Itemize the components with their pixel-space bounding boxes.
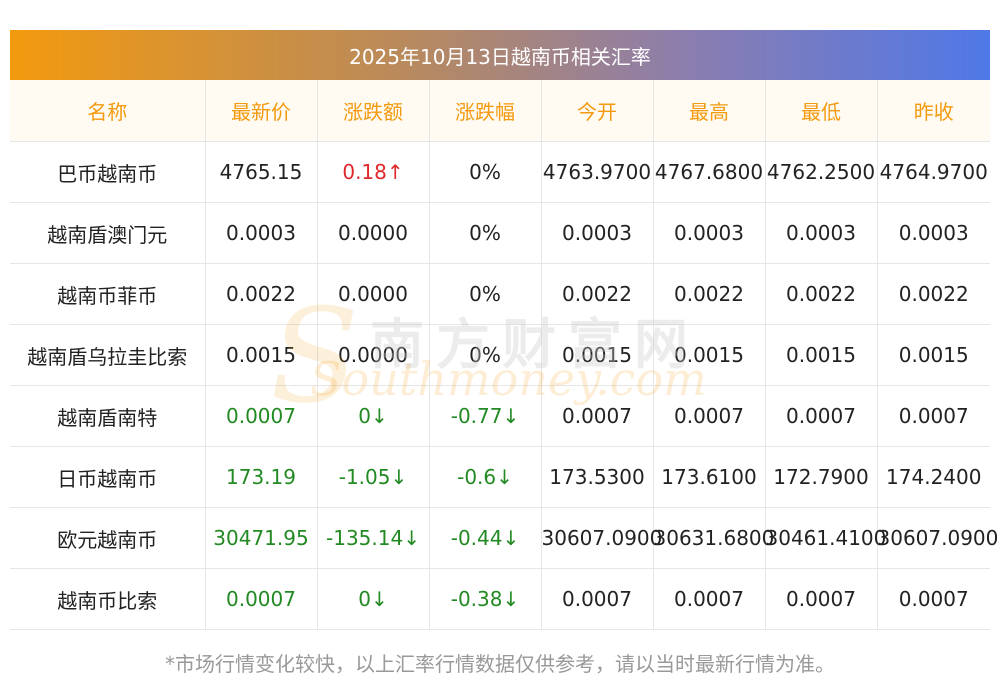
cell-low: 0.0007 — [764, 385, 877, 447]
cell-latest: 4765.15 — [204, 141, 317, 203]
cell-change-pct: -0.77↓ — [428, 385, 541, 447]
cell-change-pct: 0% — [428, 141, 541, 203]
cell-high: 4767.6800 — [652, 141, 765, 203]
cell-open: 0.0007 — [540, 385, 653, 447]
cell-high: 173.6100 — [652, 446, 765, 508]
cell-change: 0↓ — [316, 568, 429, 630]
table-row: 越南盾南特 0.0007 0↓ -0.77↓ 0.0007 0.0007 0.0007 0.0… — [10, 385, 990, 447]
cell-name: 越南币菲币 — [10, 263, 205, 325]
footnote: *市场行情变化较快，以上汇率行情数据仅供参考，请以当时最新行情为准。 — [165, 652, 835, 676]
cell-low: 4762.2500 — [764, 141, 877, 203]
cell-change: 0.0000 — [316, 202, 429, 264]
header-latest: 最新价 — [204, 80, 317, 142]
cell-change: -135.14↓ — [316, 507, 429, 569]
header-prev-close: 昨收 — [876, 80, 990, 142]
cell-high: 0.0003 — [652, 202, 765, 264]
header-change-pct: 涨跌幅 — [428, 80, 541, 142]
cell-high: 30631.6800 — [652, 507, 774, 569]
cell-latest: 173.19 — [204, 446, 317, 508]
table-row: 越南币菲币 0.0022 0.0000 0% 0.0022 0.0022 0.0022 0.0… — [10, 263, 990, 325]
cell-low: 0.0022 — [764, 263, 877, 325]
cell-prev-close: 30607.0900 — [876, 507, 998, 569]
cell-name: 日币越南币 — [10, 446, 205, 508]
page-title: 2025年10月13日越南币相关汇率 — [10, 30, 990, 80]
cell-open: 0.0015 — [540, 324, 653, 386]
table-header-row: 名称 最新价 涨跌额 涨跌幅 今开 最高 最低 昨收 — [10, 80, 990, 142]
header-name: 名称 — [10, 80, 205, 142]
cell-name: 欧元越南币 — [10, 507, 205, 569]
cell-open: 0.0003 — [540, 202, 653, 264]
cell-prev-close: 0.0015 — [876, 324, 990, 386]
cell-name: 越南盾乌拉圭比索 — [10, 324, 205, 386]
header-open: 今开 — [540, 80, 653, 142]
cell-low: 172.7900 — [764, 446, 877, 508]
cell-change: 0.18↑ — [316, 141, 429, 203]
cell-latest: 0.0007 — [204, 568, 317, 630]
cell-change-pct: -0.38↓ — [428, 568, 541, 630]
header-change: 涨跌额 — [316, 80, 429, 142]
cell-change-pct: 0% — [428, 263, 541, 325]
cell-open: 4763.9700 — [540, 141, 653, 203]
cell-change-pct: 0% — [428, 202, 541, 264]
cell-high: 0.0007 — [652, 568, 765, 630]
cell-latest: 0.0015 — [204, 324, 317, 386]
cell-high: 0.0007 — [652, 385, 765, 447]
cell-name: 巴币越南币 — [10, 141, 205, 203]
cell-prev-close: 0.0003 — [876, 202, 990, 264]
cell-name: 越南盾澳门元 — [10, 202, 205, 264]
exchange-rate-table: 名称 最新价 涨跌额 涨跌幅 今开 最高 最低 昨收 巴币越南币 4765.15 0… — [10, 80, 998, 630]
cell-open: 0.0007 — [540, 568, 653, 630]
header-high: 最高 — [652, 80, 765, 142]
cell-low: 30461.4100 — [764, 507, 886, 569]
table-row: 巴币越南币 4765.15 0.18↑ 0% 4763.9700 4767.6800 476… — [10, 141, 990, 203]
cell-latest: 0.0007 — [204, 385, 317, 447]
cell-latest: 30471.95 — [204, 507, 317, 569]
cell-change: 0↓ — [316, 385, 429, 447]
cell-change-pct: 0% — [428, 324, 541, 386]
cell-open: 173.5300 — [540, 446, 653, 508]
cell-latest: 0.0003 — [204, 202, 317, 264]
cell-prev-close: 4764.9700 — [876, 141, 990, 203]
cell-high: 0.0022 — [652, 263, 765, 325]
cell-prev-close: 0.0007 — [876, 385, 990, 447]
cell-name: 越南盾南特 — [10, 385, 205, 447]
cell-low: 0.0015 — [764, 324, 877, 386]
cell-latest: 0.0022 — [204, 263, 317, 325]
cell-change-pct: -0.6↓ — [428, 446, 541, 508]
cell-prev-close: 0.0007 — [876, 568, 990, 630]
cell-name: 越南币比索 — [10, 568, 205, 630]
cell-low: 0.0003 — [764, 202, 877, 264]
header-low: 最低 — [764, 80, 877, 142]
table-row: 越南币比索 0.0007 0↓ -0.38↓ 0.0007 0.0007 0.0007 0.0… — [10, 568, 990, 630]
cell-low: 0.0007 — [764, 568, 877, 630]
cell-prev-close: 0.0022 — [876, 263, 990, 325]
cell-open: 30607.0900 — [540, 507, 662, 569]
cell-change: 0.0000 — [316, 263, 429, 325]
cell-high: 0.0015 — [652, 324, 765, 386]
table-row: 日币越南币 173.19 -1.05↓ -0.6↓ 173.5300 173.6100 17… — [10, 446, 990, 508]
cell-change: -1.05↓ — [316, 446, 429, 508]
cell-change: 0.0000 — [316, 324, 429, 386]
table-row: 欧元越南币 30471.95 -135.14↓ -0.44↓ 30607.0900 306… — [10, 507, 998, 569]
cell-change-pct: -0.44↓ — [428, 507, 541, 569]
table-row: 越南盾澳门元 0.0003 0.0000 0% 0.0003 0.0003 0.0003 0.… — [10, 202, 990, 264]
cell-prev-close: 174.2400 — [876, 446, 990, 508]
table-row: 越南盾乌拉圭比索 0.0015 0.0000 0% 0.0015 0.0015 0.0015… — [10, 324, 990, 386]
cell-open: 0.0022 — [540, 263, 653, 325]
